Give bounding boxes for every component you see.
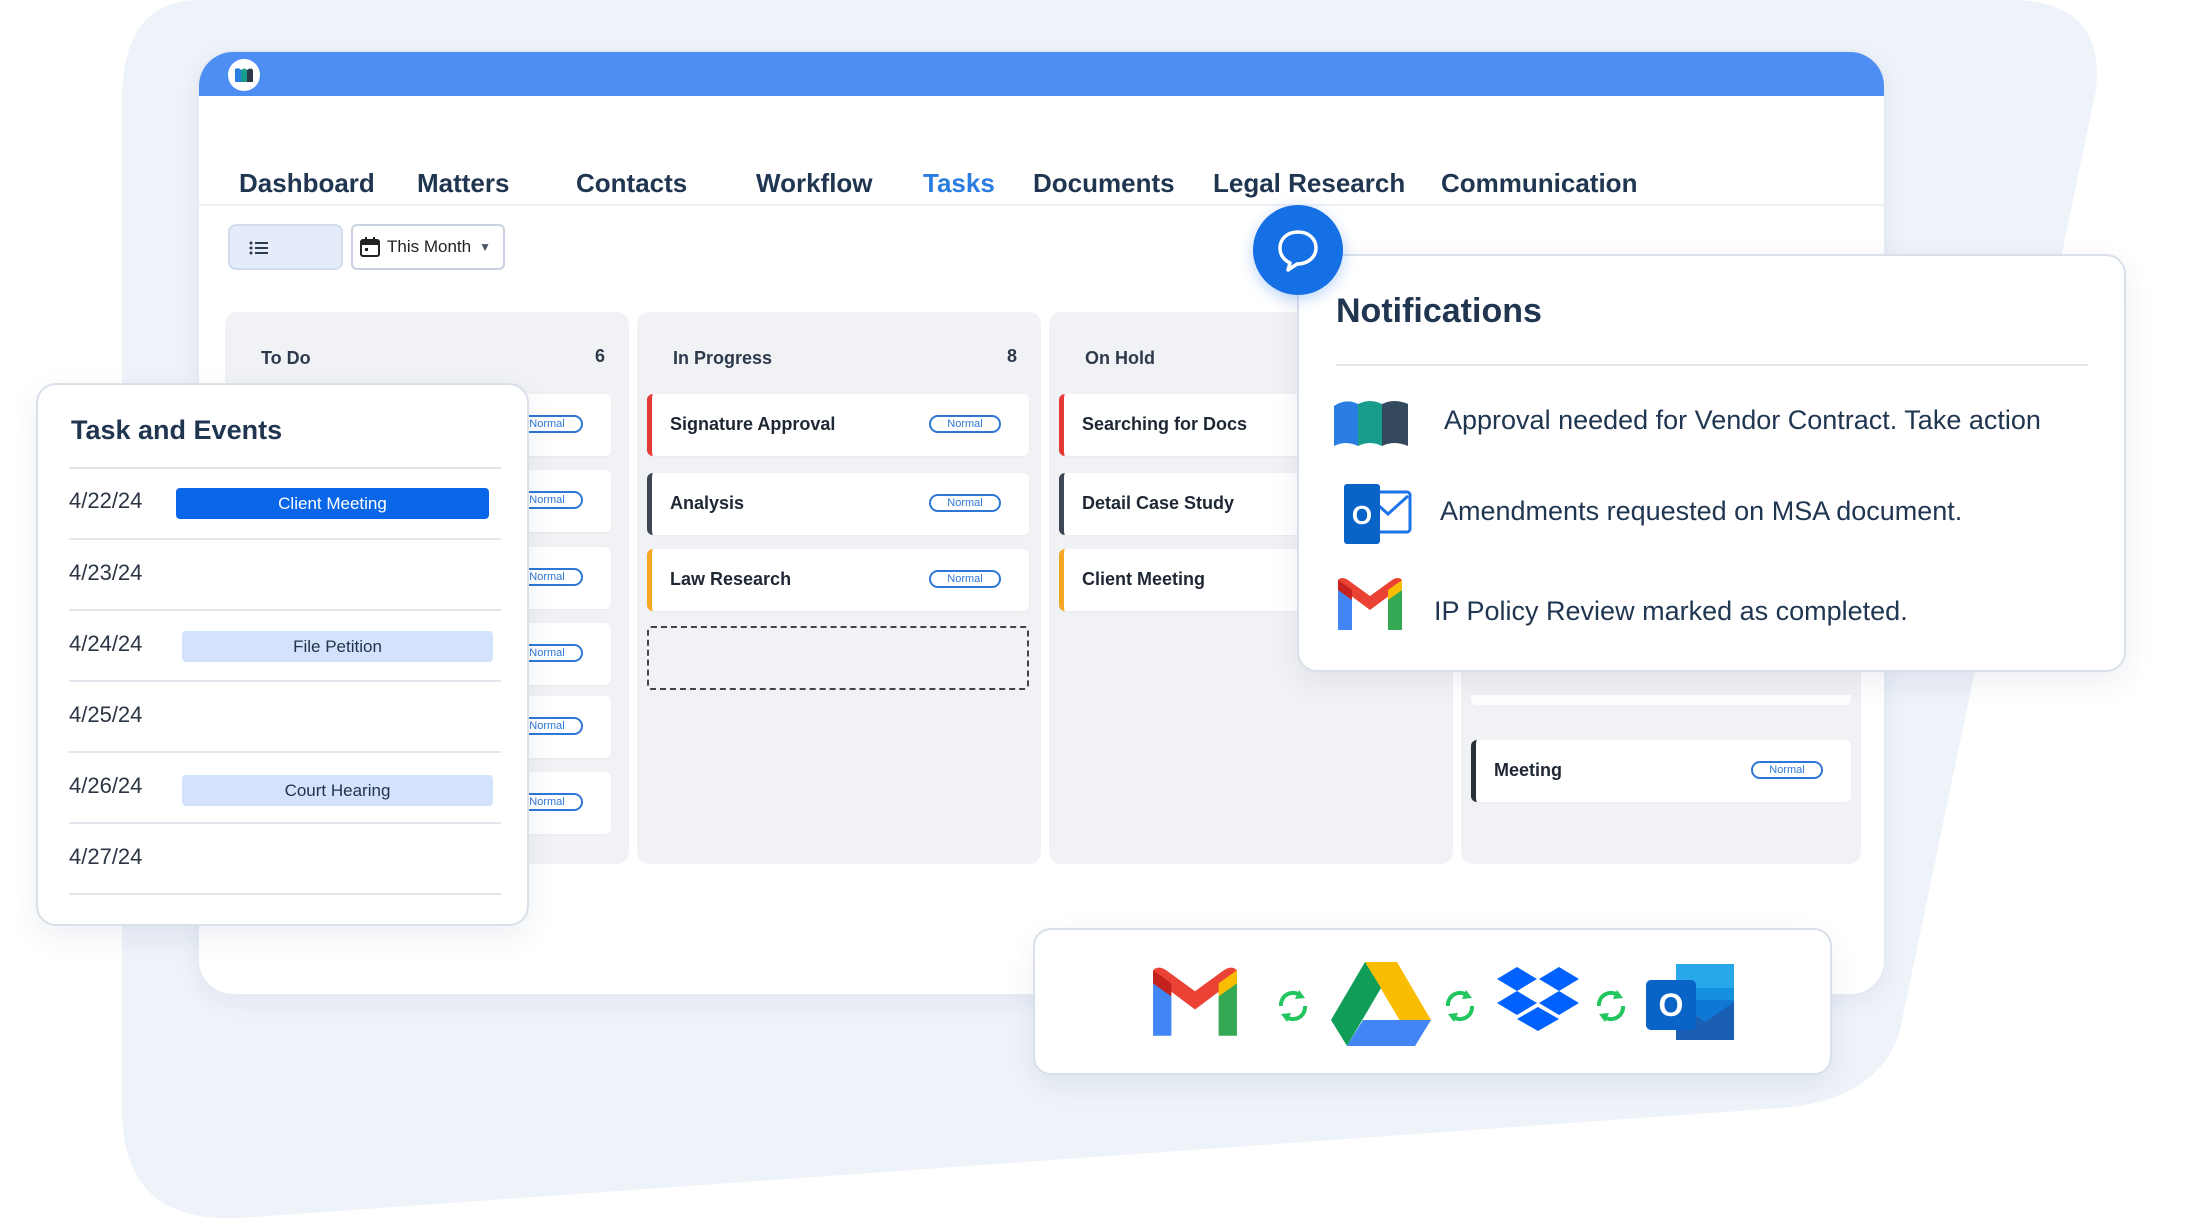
priority-badge: Normal: [929, 415, 1001, 433]
card-title: Signature Approval: [670, 414, 836, 434]
app-logo-icon[interactable]: [228, 59, 260, 91]
event-date: 4/25/24: [69, 702, 143, 727]
nav-communication[interactable]: Communication: [1441, 168, 1637, 199]
outlook-icon: O: [1344, 484, 1412, 544]
svg-text:O: O: [1352, 500, 1372, 530]
title-bar: [199, 52, 1884, 96]
main-nav: Dashboard Matters Contacts Workflow Task…: [199, 96, 1884, 206]
gmail-icon: [1338, 578, 1402, 630]
task-card[interactable]: Meeting Normal: [1471, 740, 1851, 802]
list-icon: [249, 241, 268, 255]
priority-badge: Normal: [929, 494, 1001, 512]
panel-title: Task and Events: [71, 415, 283, 445]
event-chip[interactable]: Client Meeting: [176, 488, 489, 519]
column-title: On Hold: [1085, 348, 1155, 368]
divider: [69, 822, 501, 824]
chat-bubble-icon: [1278, 230, 1318, 272]
priority-badge: Normal: [929, 570, 1001, 588]
outlook-icon[interactable]: O: [1644, 960, 1736, 1046]
event-date: 4/26/24: [69, 773, 143, 798]
date-filter-select[interactable]: This Month ▼: [351, 224, 505, 270]
task-card[interactable]: Law Research Normal: [647, 549, 1029, 611]
divider: [69, 893, 501, 895]
card-title: Meeting: [1494, 760, 1563, 780]
view-toggle: [228, 224, 1884, 994]
divider: [69, 751, 501, 753]
column-count: 6: [594, 346, 605, 366]
integrations-panel: O: [1033, 928, 1832, 1075]
sync-icon: [1278, 990, 1308, 1022]
notification-text[interactable]: Approval needed for Vendor Contract. Tak…: [1444, 405, 2041, 436]
task-card[interactable]: Analysis Normal: [647, 473, 1029, 535]
divider: [69, 680, 501, 682]
column-title: In Progress: [673, 348, 773, 368]
chevron-down-icon: ▼: [479, 240, 491, 254]
sync-icon: [1596, 990, 1626, 1022]
event-chip[interactable]: File Petition: [182, 631, 493, 662]
nav-contacts[interactable]: Contacts: [576, 168, 687, 199]
nav-documents[interactable]: Documents: [1033, 168, 1175, 199]
sync-icon: [1445, 990, 1475, 1022]
card-title: Analysis: [670, 493, 745, 513]
column-title: To Do: [261, 348, 311, 368]
task-card-partial[interactable]: [1471, 695, 1851, 705]
notifications-bell-button[interactable]: [1253, 205, 1343, 295]
divider: [69, 609, 501, 611]
task-events-panel: Task and Events 4/22/24 Client Meeting 4…: [36, 383, 529, 926]
drop-zone[interactable]: [647, 626, 1029, 690]
notification-text[interactable]: IP Policy Review marked as completed.: [1434, 596, 1908, 627]
event-date: 4/24/24: [69, 631, 143, 656]
card-title: Law Research: [670, 569, 792, 589]
task-card[interactable]: Signature Approval Normal: [647, 394, 1029, 456]
gmail-icon[interactable]: [1147, 965, 1243, 1041]
nav-workflow[interactable]: Workflow: [756, 168, 873, 199]
event-date: 4/22/24: [69, 488, 143, 513]
calendar-icon: [360, 237, 380, 257]
nav-dashboard[interactable]: Dashboard: [239, 168, 375, 199]
event-chip[interactable]: Court Hearing: [182, 775, 493, 806]
notifications-panel: Notifications Approval needed for Vendor…: [1297, 254, 2126, 672]
svg-text:O: O: [1659, 987, 1684, 1023]
card-title: Detail Case Study: [1082, 493, 1235, 513]
notification-text[interactable]: Amendments requested on MSA document.: [1440, 496, 1962, 527]
divider: [69, 467, 501, 469]
nav-legal-research[interactable]: Legal Research: [1213, 168, 1405, 199]
list-view-button[interactable]: [236, 232, 282, 264]
panel-title: Notifications: [1336, 292, 1542, 330]
divider: [1336, 364, 2088, 366]
card-title: Client Meeting: [1082, 569, 1206, 589]
dropbox-icon[interactable]: [1497, 965, 1579, 1041]
nav-matters[interactable]: Matters: [417, 168, 509, 199]
divider: [69, 538, 501, 540]
date-filter-label: This Month: [387, 237, 472, 256]
google-drive-icon[interactable]: [1331, 960, 1431, 1048]
nav-tasks[interactable]: Tasks: [923, 168, 995, 199]
event-date: 4/23/24: [69, 560, 143, 585]
card-title: Searching for Docs: [1082, 414, 1248, 434]
column-count: 8: [1006, 346, 1017, 366]
app-logo-icon: [1334, 401, 1408, 446]
priority-badge: Normal: [1751, 761, 1823, 779]
column-in-progress: In Progress 8 Signature Approval Normal …: [637, 312, 1041, 864]
event-date: 4/27/24: [69, 844, 143, 869]
